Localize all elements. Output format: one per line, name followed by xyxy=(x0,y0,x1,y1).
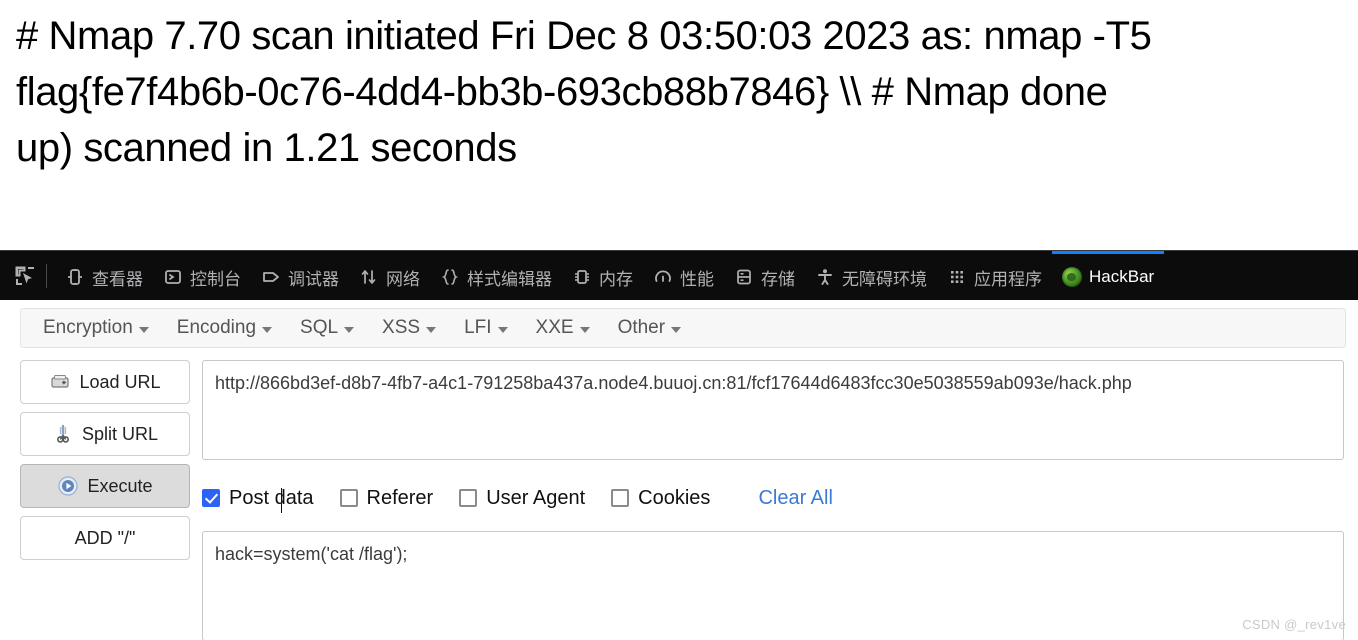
button-label: Load URL xyxy=(79,371,161,392)
menu-label: LFI xyxy=(464,317,492,338)
cookies-checkbox[interactable] xyxy=(611,489,630,507)
hackbar-button-column: Load URL Split URL Execute ADD "/" xyxy=(20,360,190,640)
menu-label: XXE xyxy=(535,317,574,338)
devtools-tab-application[interactable]: 应用程序 xyxy=(937,251,1052,301)
console-icon xyxy=(163,267,183,287)
devtools-tab-label: 查看器 xyxy=(92,269,143,289)
devtools-tab-storage[interactable]: 存储 xyxy=(724,251,805,301)
hackbar-panel: Encryption Encoding SQL XSS LFI XXE Othe… xyxy=(0,300,1358,640)
devtools-tab-inspector[interactable]: 查看器 xyxy=(55,251,153,301)
menu-label: SQL xyxy=(300,317,339,338)
hackbar-icon xyxy=(1062,267,1082,287)
devtools-tab-label: HackBar xyxy=(1089,267,1155,286)
style-editor-braces-icon xyxy=(440,267,460,287)
hackbar-options-row: Post data Referer User Agent Cookies Cle… xyxy=(202,483,1344,513)
option-label: User Agent xyxy=(486,486,586,509)
execute-play-icon xyxy=(57,475,79,497)
chevron-down-icon xyxy=(262,326,273,333)
hackbar-fields-column: Post data Referer User Agent Cookies xyxy=(190,360,1358,640)
chevron-down-icon xyxy=(138,326,149,333)
menu-sql[interactable]: SQL xyxy=(286,314,368,342)
option-referer[interactable]: Referer xyxy=(339,486,434,510)
clear-all-link[interactable]: Clear All xyxy=(758,487,832,510)
option-label: Cookies xyxy=(638,486,711,509)
toolbar-divider xyxy=(46,263,47,288)
chevron-down-icon xyxy=(426,326,437,333)
devtools-tab-style-editor[interactable]: 样式编辑器 xyxy=(430,251,562,301)
post-data-input[interactable] xyxy=(202,531,1344,640)
devtools-tab-label: 控制台 xyxy=(190,269,241,289)
memory-icon xyxy=(572,267,592,287)
element-picker-icon xyxy=(15,266,34,285)
menu-label: Encryption xyxy=(43,317,133,338)
button-label: Split URL xyxy=(81,423,159,444)
split-url-scissors-icon xyxy=(52,423,74,445)
option-label: Referer xyxy=(366,486,434,509)
menu-label: Encoding xyxy=(176,317,257,338)
post-data-checkbox[interactable] xyxy=(202,489,220,507)
devtools-tab-network[interactable]: 网络 xyxy=(349,251,430,301)
nmap-output-line-1: # Nmap 7.70 scan initiated Fri Dec 8 03:… xyxy=(16,14,1152,58)
accessibility-person-icon xyxy=(815,267,835,287)
storage-icon xyxy=(734,267,754,287)
load-url-button[interactable]: Load URL xyxy=(20,360,190,404)
devtools-tab-label: 内存 xyxy=(599,269,633,289)
menu-lfi[interactable]: LFI xyxy=(450,314,521,342)
nmap-output-line-2-flag: flag{fe7f4b6b-0c76-4dd4-bb3b-693cb88b784… xyxy=(16,70,1108,114)
option-cookies[interactable]: Cookies xyxy=(611,487,710,510)
chevron-down-icon xyxy=(671,326,682,333)
chevron-down-icon xyxy=(497,326,508,333)
performance-gauge-icon xyxy=(653,267,673,287)
chevron-down-icon xyxy=(579,326,590,333)
devtools-toolbar: 查看器 控制台 调试器 网络 样式编辑器 内存 性能 存储 无障碍环境 应用程序… xyxy=(0,250,1358,300)
button-label: Execute xyxy=(87,475,153,496)
devtools-tab-debugger[interactable]: 调试器 xyxy=(251,251,349,301)
split-url-button[interactable]: Split URL xyxy=(20,412,190,456)
option-user-agent[interactable]: User Agent xyxy=(459,487,585,510)
chevron-down-icon xyxy=(344,326,355,333)
hackbar-menubar: Encryption Encoding SQL XSS LFI XXE Othe… xyxy=(20,308,1346,348)
menu-other[interactable]: Other xyxy=(604,314,696,342)
csdn-watermark: CSDN @_rev1ve xyxy=(1242,617,1346,632)
execute-button[interactable]: Execute xyxy=(20,464,190,508)
devtools-tab-label: 调试器 xyxy=(288,269,339,289)
menu-label: Other xyxy=(617,317,666,338)
menu-encoding[interactable]: Encoding xyxy=(163,314,286,342)
devtools-tab-label: 性能 xyxy=(680,269,714,289)
devtools-tab-label: 应用程序 xyxy=(974,269,1042,289)
button-label: ADD "/" xyxy=(74,527,136,548)
devtools-tab-console[interactable]: 控制台 xyxy=(153,251,251,301)
devtools-tab-label: 无障碍环境 xyxy=(842,269,927,289)
add-slash-button[interactable]: ADD "/" xyxy=(20,516,190,560)
menu-xss[interactable]: XSS xyxy=(368,314,450,342)
user-agent-checkbox[interactable] xyxy=(459,489,478,507)
nmap-output-line-3: up) scanned in 1.21 seconds xyxy=(16,126,517,170)
debugger-icon xyxy=(261,267,281,287)
option-label: Post data xyxy=(229,486,314,509)
menu-encryption[interactable]: Encryption xyxy=(29,314,163,342)
hackbar-body: Load URL Split URL Execute ADD "/" http:… xyxy=(0,360,1358,640)
option-post-data[interactable]: Post data xyxy=(202,486,314,513)
page-output-area: # Nmap 7.70 scan initiated Fri Dec 8 03:… xyxy=(0,0,1358,250)
application-grid-icon xyxy=(947,267,967,287)
devtools-tab-memory[interactable]: 内存 xyxy=(562,251,643,301)
devtools-tab-performance[interactable]: 性能 xyxy=(643,251,724,301)
devtools-tab-label: 存储 xyxy=(761,269,795,289)
devtools-tab-accessibility[interactable]: 无障碍环境 xyxy=(805,251,937,301)
devtools-tab-label: 样式编辑器 xyxy=(467,269,552,289)
text-caret xyxy=(281,487,282,513)
referer-checkbox[interactable] xyxy=(339,489,358,507)
screen-root: # Nmap 7.70 scan initiated Fri Dec 8 03:… xyxy=(0,0,1358,640)
menu-xxe[interactable]: XXE xyxy=(522,314,604,342)
url-input[interactable] xyxy=(202,360,1344,460)
load-url-icon xyxy=(49,371,71,393)
network-arrows-icon xyxy=(359,267,379,287)
inspector-icon xyxy=(65,267,85,287)
menu-label: XSS xyxy=(382,317,421,338)
devtools-tab-label: 网络 xyxy=(386,269,420,289)
element-picker-button[interactable] xyxy=(8,259,42,293)
devtools-tab-hackbar[interactable]: HackBar xyxy=(1052,250,1165,301)
